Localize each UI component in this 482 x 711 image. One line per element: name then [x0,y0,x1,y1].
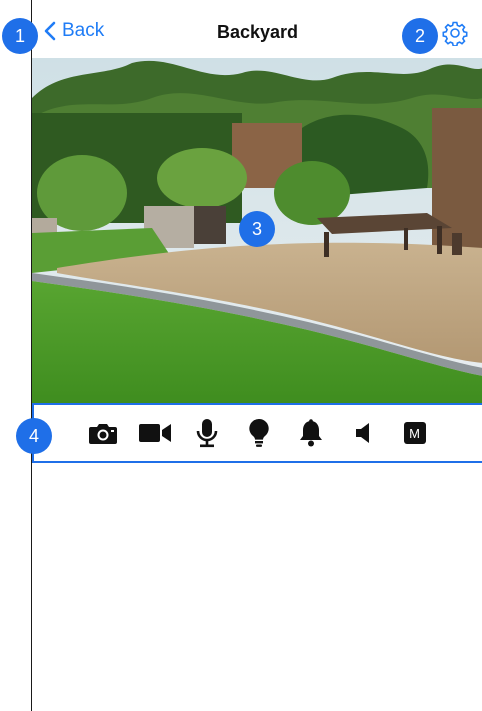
screen-frame: Back Backyard M [31,0,482,711]
video-camera-icon [138,424,171,442]
talk-button[interactable] [191,417,223,449]
record-button[interactable] [138,417,171,449]
camera-icon [88,424,117,444]
alarm-button[interactable] [295,417,327,449]
camera-control-toolbar: M [32,403,482,463]
mode-button[interactable]: M [399,417,431,449]
bell-icon [299,419,322,447]
callout-badge-4: 4 [16,418,52,454]
callout-badge-2: 2 [402,18,438,54]
settings-button[interactable] [442,20,468,51]
callout-badge-1: 1 [2,18,38,54]
m-mode-icon: M [403,422,426,444]
light-button[interactable] [243,417,275,449]
gear-icon [442,21,468,47]
microphone-icon [196,419,217,448]
callout-badge-3: 3 [239,211,275,247]
audio-button[interactable] [347,417,379,449]
snapshot-button[interactable] [87,417,119,449]
light-bulb-icon [248,418,269,447]
speaker-icon [355,423,369,443]
